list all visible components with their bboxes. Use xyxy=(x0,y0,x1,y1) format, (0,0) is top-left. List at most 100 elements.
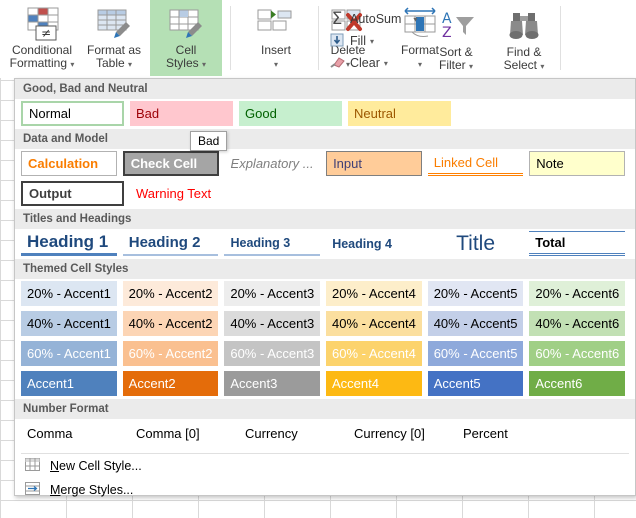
ribbon-styles-group: ≠ Conditional Formatting ▾ Format as Tab… xyxy=(0,0,636,78)
style-accent6[interactable]: Accent6 xyxy=(529,371,626,396)
style-linked-cell[interactable]: Linked Cell xyxy=(427,151,524,176)
style-title[interactable]: Title xyxy=(427,231,524,256)
sigma-icon: Σ xyxy=(331,9,343,29)
sort-filter-icon: A Z xyxy=(434,6,478,46)
group-divider xyxy=(318,6,319,70)
find-select-label-2: Select xyxy=(503,58,537,72)
chevron-down-icon[interactable]: ▾ xyxy=(540,62,544,71)
section-heading: Data and Model xyxy=(15,129,635,149)
style-accent5[interactable]: Accent5 xyxy=(427,371,524,396)
style-accent3[interactable]: Accent3 xyxy=(224,371,321,396)
style-40-accent1[interactable]: 40% - Accent1 xyxy=(21,311,117,336)
format-as-table-icon xyxy=(92,4,136,44)
chevron-down-icon[interactable]: ▾ xyxy=(128,60,132,69)
command-text: ew Cell Style... xyxy=(59,459,142,473)
style-40-accent3[interactable]: 40% - Accent3 xyxy=(224,311,321,336)
fill-icon xyxy=(328,33,346,50)
chevron-down-icon[interactable]: ▾ xyxy=(469,62,473,71)
sort-filter-button[interactable]: A Z Sort & Filter ▾ xyxy=(420,2,492,78)
style-currency-0[interactable]: Currency [0] xyxy=(348,421,451,446)
style-percent[interactable]: Percent xyxy=(457,421,560,446)
merge-styles-command[interactable]: Merge Styles... xyxy=(15,478,635,502)
style-20-accent2[interactable]: 20% - Accent2 xyxy=(122,281,219,306)
style-neutral[interactable]: Neutral xyxy=(348,101,451,126)
sort-filter-label-1: Sort & xyxy=(439,45,473,59)
format-as-table-label-1: Format as xyxy=(86,43,141,57)
autosum-button[interactable]: Σ AutoSum ▾ xyxy=(328,8,418,30)
style-note[interactable]: Note xyxy=(529,151,625,176)
style-row: Normal Bad Good Neutral xyxy=(15,99,635,129)
chevron-down-icon[interactable]: ▾ xyxy=(202,60,206,69)
fill-label: Fill xyxy=(350,34,366,48)
style-40-accent2[interactable]: 40% - Accent2 xyxy=(122,311,219,336)
eraser-icon xyxy=(328,55,346,72)
section-heading: Number Format xyxy=(15,399,635,419)
style-check-cell[interactable]: Check Cell xyxy=(122,151,219,176)
style-20-accent1[interactable]: 20% - Accent1 xyxy=(21,281,117,306)
new-cell-style-command[interactable]: New Cell Style... xyxy=(15,454,635,478)
style-20-accent3[interactable]: 20% - Accent3 xyxy=(224,281,321,306)
style-row: 20% - Accent1 20% - Accent2 20% - Accent3 2… xyxy=(15,279,635,309)
style-row: 60% - Accent1 60% - Accent2 60% - Accent3 6… xyxy=(15,339,635,369)
style-60-accent5[interactable]: 60% - Accent5 xyxy=(427,341,524,366)
style-comma[interactable]: Comma xyxy=(21,421,124,446)
style-calculation[interactable]: Calculation xyxy=(21,151,117,176)
style-output[interactable]: Output xyxy=(21,181,124,206)
insert-cells-button[interactable]: Insert ▾ xyxy=(240,0,312,76)
style-comma-0[interactable]: Comma [0] xyxy=(130,421,233,446)
style-heading-3[interactable]: Heading 3 xyxy=(224,231,321,256)
style-row: 40% - Accent1 40% - Accent2 40% - Accent3 4… xyxy=(15,309,635,339)
style-bad[interactable]: Bad xyxy=(130,101,233,126)
cell-styles-label-2: Styles xyxy=(165,56,199,70)
style-40-accent6[interactable]: 40% - Accent6 xyxy=(529,311,626,336)
chevron-down-icon[interactable]: ▾ xyxy=(384,59,388,68)
cell-styles-icon xyxy=(164,4,208,44)
style-row: Accent1 Accent2 Accent3 Accent4 Accent5 Accen… xyxy=(15,369,635,399)
chevron-down-icon[interactable]: ▾ xyxy=(274,60,278,69)
style-warning-text[interactable]: Warning Text xyxy=(130,181,233,206)
chevron-down-icon[interactable]: ▾ xyxy=(413,15,417,24)
style-currency[interactable]: Currency xyxy=(239,421,342,446)
insert-label: Insert xyxy=(260,43,291,57)
style-40-accent5[interactable]: 40% - Accent5 xyxy=(427,311,524,336)
style-heading-4[interactable]: Heading 4 xyxy=(326,231,422,256)
style-60-accent3[interactable]: 60% - Accent3 xyxy=(224,341,321,366)
style-60-accent4[interactable]: 60% - Accent4 xyxy=(326,341,422,366)
format-as-table-label-2: Table xyxy=(95,56,125,70)
editing-group: Σ AutoSum ▾ Fill ▾ Clear ▾ xyxy=(328,8,417,74)
fill-button[interactable]: Fill ▾ xyxy=(328,30,417,52)
style-heading-1[interactable]: Heading 1 xyxy=(21,231,117,256)
section-heading: Themed Cell Styles xyxy=(15,259,635,279)
style-accent2[interactable]: Accent2 xyxy=(122,371,219,396)
find-select-button[interactable]: Find & Select ▾ xyxy=(488,2,560,78)
styles-group: ≠ Conditional Formatting ▾ Format as Tab… xyxy=(6,0,222,78)
style-row: Comma Comma [0] Currency Currency [0] Percen… xyxy=(15,419,635,449)
conditional-formatting-label-2: Formatting xyxy=(9,56,67,70)
style-20-accent5[interactable]: 20% - Accent5 xyxy=(427,281,524,306)
style-row: Heading 1 Heading 2 Heading 3 Heading 4 Titl… xyxy=(15,229,635,259)
style-accent4[interactable]: Accent4 xyxy=(326,371,422,396)
command-accelerator: M xyxy=(50,483,61,497)
style-explanatory-text[interactable]: Explanatory ... xyxy=(224,151,321,176)
clear-button[interactable]: Clear ▾ xyxy=(328,52,417,74)
style-20-accent6[interactable]: 20% - Accent6 xyxy=(529,281,626,306)
merge-styles-icon xyxy=(25,482,40,498)
conditional-formatting-button[interactable]: ≠ Conditional Formatting ▾ xyxy=(6,0,78,76)
style-60-accent6[interactable]: 60% - Accent6 xyxy=(529,341,626,366)
style-60-accent1[interactable]: 60% - Accent1 xyxy=(21,341,117,366)
style-heading-2[interactable]: Heading 2 xyxy=(122,231,219,256)
find-select-label-1: Find & xyxy=(506,45,542,59)
style-60-accent2[interactable]: 60% - Accent2 xyxy=(122,341,219,366)
style-total[interactable]: Total xyxy=(529,231,625,256)
cell-styles-button[interactable]: Cell Styles ▾ xyxy=(150,0,222,76)
chevron-down-icon[interactable]: ▾ xyxy=(370,37,374,46)
style-accent1[interactable]: Accent1 xyxy=(21,371,117,396)
style-good[interactable]: Good xyxy=(239,101,342,126)
section-heading: Good, Bad and Neutral xyxy=(15,79,635,99)
chevron-down-icon[interactable]: ▾ xyxy=(70,60,74,69)
style-20-accent4[interactable]: 20% - Accent4 xyxy=(326,281,422,306)
style-input[interactable]: Input xyxy=(326,151,422,176)
format-as-table-button[interactable]: Format as Table ▾ xyxy=(78,0,150,76)
style-normal[interactable]: Normal xyxy=(21,101,124,126)
style-40-accent4[interactable]: 40% - Accent4 xyxy=(326,311,422,336)
